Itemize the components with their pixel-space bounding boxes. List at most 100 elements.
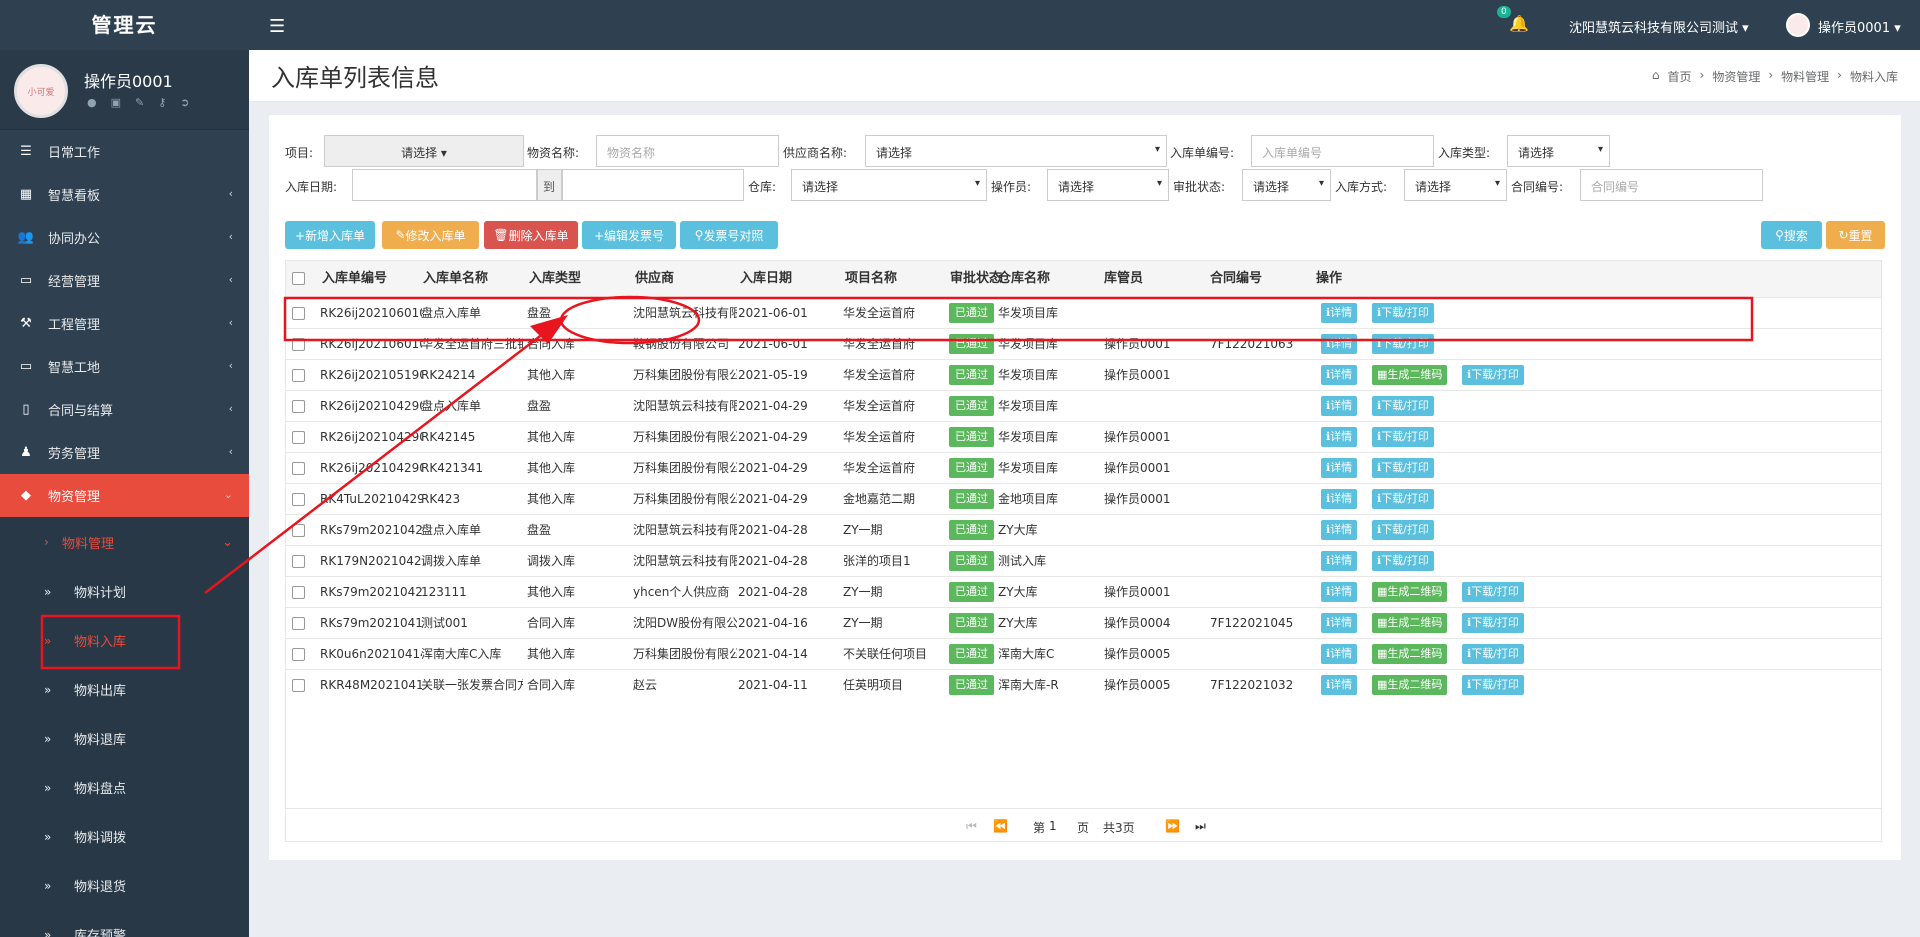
breadcrumb-home[interactable]: 首页	[1668, 68, 1692, 85]
date-end-input[interactable]	[562, 169, 744, 201]
sidebar-subitem[interactable]: » 物料入库	[0, 616, 249, 665]
sidebar-subitem[interactable]: » 物料退货	[0, 861, 249, 910]
download-print-button[interactable]: ℹ下载/打印	[1462, 582, 1524, 602]
download-print-button[interactable]: ℹ下载/打印	[1372, 489, 1434, 509]
download-print-button[interactable]: ℹ下载/打印	[1372, 396, 1434, 416]
row-checkbox[interactable]	[292, 369, 305, 382]
row-checkbox[interactable]	[292, 555, 305, 568]
company-dropdown[interactable]: 沈阳慧筑云科技有限公司测试 ▾	[1569, 17, 1749, 36]
row-checkbox[interactable]	[292, 431, 305, 444]
column-header[interactable]: 入库单名称	[423, 261, 488, 297]
next-page-icon[interactable]: ⏩	[1165, 819, 1180, 833]
download-print-button[interactable]: ℹ下载/打印	[1372, 303, 1434, 323]
supplier-select[interactable]: 请选择 ▾	[865, 135, 1167, 167]
sidebar-item[interactable]: ▦ 智慧看板 ‹	[0, 173, 249, 216]
table-row[interactable]: RK179N20210428000调拨入库单 调拨入库 沈阳慧筑云科技有限公司202…	[286, 545, 1881, 576]
detail-button[interactable]: ℹ详情	[1321, 396, 1358, 416]
row-checkbox[interactable]	[292, 462, 305, 475]
download-print-button[interactable]: ℹ下载/打印	[1372, 334, 1434, 354]
row-checkbox[interactable]	[292, 307, 305, 320]
sidebar-item[interactable]: ☰ 日常工作	[0, 130, 249, 173]
sidebar-subitem[interactable]: » 物料计划	[0, 567, 249, 616]
sidebar-subitem-material-management[interactable]: › 物料管理 ⌄	[0, 517, 249, 567]
column-header[interactable]: 入库类型	[529, 261, 581, 297]
row-checkbox[interactable]	[292, 493, 305, 506]
menu-toggle-icon[interactable]: ☰	[269, 16, 285, 37]
contract-input[interactable]: 合同编号	[1580, 169, 1763, 201]
detail-button[interactable]: ℹ详情	[1321, 520, 1358, 540]
download-print-button[interactable]: ℹ下载/打印	[1462, 644, 1524, 664]
download-print-button[interactable]: ℹ下载/打印	[1372, 520, 1434, 540]
qrcode-button[interactable]: ▦生成二维码	[1372, 365, 1448, 385]
download-print-button[interactable]: ℹ下载/打印	[1372, 551, 1434, 571]
table-row[interactable]: RKR48M20210411000关联一张发票合同方式合同入库 赵云 2021-04…	[286, 669, 1881, 700]
invoice-compare-button[interactable]: ⚲ 发票号对照	[680, 221, 778, 249]
qrcode-button[interactable]: ▦生成二维码	[1372, 644, 1448, 664]
sidebar-item[interactable]: ▭ 经营管理 ‹	[0, 259, 249, 302]
sidebar-item[interactable]: ⚒ 工程管理 ‹	[0, 302, 249, 345]
detail-button[interactable]: ℹ详情	[1321, 365, 1358, 385]
table-row[interactable]: RKs79m20210428000123111 其他入库 yhcen个人供应商 202…	[286, 576, 1881, 607]
detail-button[interactable]: ℹ详情	[1321, 489, 1358, 509]
search-button[interactable]: ⚲ 搜索	[1761, 221, 1822, 249]
add-button[interactable]: +新增入库单	[285, 221, 375, 249]
prev-page-icon[interactable]: ⏪	[993, 819, 1008, 833]
edit-icon[interactable]: ✎	[135, 96, 144, 109]
sidebar-item[interactable]: ▭ 智慧工地 ‹	[0, 345, 249, 388]
operator-select[interactable]: 请选择 ▾	[1047, 169, 1169, 201]
table-row[interactable]: RK26ij202106010001华发全运首府三批钢筋合同入库 鞍钢股份有限公司…	[286, 328, 1881, 359]
table-row[interactable]: RK26ij202105190001RK24214 其他入库 万科集团股份有限公司2…	[286, 359, 1881, 390]
sidebar-item[interactable]: 👥 协同办公 ‹	[0, 216, 249, 259]
table-row[interactable]: RK26ij202104290001RK421341 其他入库 万科集团股份有限公司…	[286, 452, 1881, 483]
sidebar-subitem[interactable]: » 物料退库	[0, 714, 249, 763]
user-icon[interactable]: ●	[87, 96, 97, 109]
user-dropdown[interactable]: 操作员0001 ▾	[1818, 17, 1901, 36]
sidebar-subitem[interactable]: » 物料出库	[0, 665, 249, 714]
column-header[interactable]: 操作	[1316, 261, 1342, 297]
order-no-input[interactable]: 入库单编号	[1251, 135, 1434, 167]
bell-icon[interactable]: 🔔 0	[1497, 6, 1529, 33]
column-header[interactable]: 合同编号	[1210, 261, 1262, 297]
detail-button[interactable]: ℹ详情	[1321, 644, 1358, 664]
table-row[interactable]: RK26ij202106010002盘点入库单 盘盈 沈阳慧筑云科技有限公司2021…	[286, 297, 1881, 328]
breadcrumb-item[interactable]: 物料管理	[1781, 68, 1829, 85]
select-all-checkbox[interactable]	[292, 272, 305, 285]
detail-button[interactable]: ℹ详情	[1321, 613, 1358, 633]
download-print-button[interactable]: ℹ下载/打印	[1462, 675, 1524, 695]
approval-select[interactable]: 请选择 ▾	[1242, 169, 1331, 201]
date-start-input[interactable]	[352, 169, 537, 201]
table-row[interactable]: RK26ij202104290002RK42145 其他入库 万科集团股份有限公司2…	[286, 421, 1881, 452]
method-select[interactable]: 请选择 ▾	[1404, 169, 1507, 201]
detail-button[interactable]: ℹ详情	[1321, 582, 1358, 602]
column-header[interactable]: 供应商	[635, 261, 674, 297]
logout-icon[interactable]: ➲	[180, 96, 189, 109]
detail-button[interactable]: ℹ详情	[1321, 334, 1358, 354]
edit-button[interactable]: ✎ 修改入库单	[382, 221, 479, 249]
sidebar-item[interactable]: ▯ 合同与结算 ‹	[0, 388, 249, 431]
column-header[interactable]: 仓库名称	[998, 261, 1050, 297]
row-checkbox[interactable]	[292, 648, 305, 661]
column-header[interactable]: 库管员	[1104, 261, 1143, 297]
row-checkbox[interactable]	[292, 524, 305, 537]
column-header[interactable]: 入库日期	[740, 261, 792, 297]
download-print-button[interactable]: ℹ下载/打印	[1462, 365, 1524, 385]
table-row[interactable]: RK0u6n202104140001浑南大库C入库 其他入库 万科集团股份有限公司2…	[286, 638, 1881, 669]
qrcode-button[interactable]: ▦生成二维码	[1372, 675, 1448, 695]
sidebar-item[interactable]: ◆ 物资管理 ⌄	[0, 474, 249, 517]
column-header[interactable]: 审批状态	[950, 261, 1002, 297]
page-current[interactable]: 1	[1049, 819, 1057, 833]
download-print-button[interactable]: ℹ下载/打印	[1462, 613, 1524, 633]
table-row[interactable]: RK26ij202104290003盘点入库单 盘盈 沈阳慧筑云科技有限公司2021…	[286, 390, 1881, 421]
type-select[interactable]: 请选择 ▾	[1507, 135, 1610, 167]
table-row[interactable]: RK4TuL202104290001RK423 其他入库 万科集团股份有限公司202…	[286, 483, 1881, 514]
column-header[interactable]: 项目名称	[845, 261, 897, 297]
detail-button[interactable]: ℹ详情	[1321, 303, 1358, 323]
material-input[interactable]: 物资名称	[596, 135, 779, 167]
sidebar-subitem[interactable]: » 物料调拨	[0, 812, 249, 861]
detail-button[interactable]: ℹ详情	[1321, 675, 1358, 695]
delete-button[interactable]: 🗑 删除入库单	[484, 221, 578, 249]
row-checkbox[interactable]	[292, 617, 305, 630]
row-checkbox[interactable]	[292, 679, 305, 692]
download-print-button[interactable]: ℹ下载/打印	[1372, 458, 1434, 478]
sidebar-item[interactable]: ♟ 劳务管理 ‹	[0, 431, 249, 474]
